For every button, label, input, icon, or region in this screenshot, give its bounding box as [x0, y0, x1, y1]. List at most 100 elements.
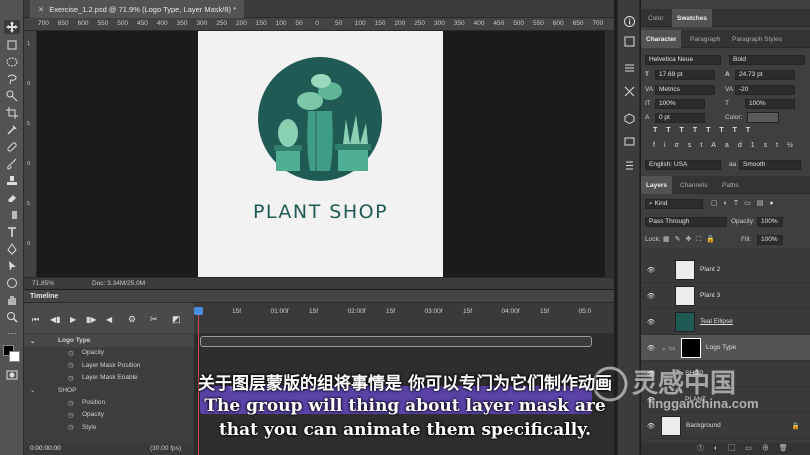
marquee-tool-icon[interactable] — [4, 55, 20, 69]
play-icon[interactable]: ▶ — [70, 315, 76, 324]
hruler-tick: 700 — [592, 20, 604, 27]
eraser-tool-icon[interactable] — [4, 191, 20, 205]
hruler-tick: 250 — [414, 20, 426, 27]
clone-stamp-icon[interactable] — [4, 174, 20, 188]
layer-name: Teal Ellipse — [700, 318, 733, 325]
tab-paths[interactable]: Paths — [717, 176, 744, 194]
document-tab[interactable]: ✕ Exercise_1.2.psd @ 71.9% (Logo Type, L… — [30, 0, 245, 18]
chevron-down-icon[interactable]: ⌄ — [30, 337, 44, 345]
timeline-ruler[interactable]: 15f 01:00f 15f 02:00f 15f 03:00f 15f 04:00f 15f 0… — [194, 303, 614, 333]
baseline-icon: A — [645, 114, 650, 121]
libraries-icon[interactable] — [622, 134, 637, 148]
hruler-tick: 150 — [255, 20, 267, 27]
timeline-tick: 15f — [232, 308, 242, 315]
ellipse-tool-icon[interactable] — [4, 276, 20, 290]
timeline-tick: 01:00f — [270, 308, 289, 315]
info-icon[interactable] — [622, 14, 637, 28]
subtitle-english-line1: The group will thing about layer mask ar… — [204, 396, 606, 416]
properties-icon[interactable] — [622, 158, 637, 172]
document-tab-bar: ✕ Exercise_1.2.psd @ 71.9% (Logo Type, L… — [24, 0, 614, 18]
tracking-field[interactable]: -20 — [735, 85, 795, 95]
eye-icon[interactable]: 👁 — [641, 292, 661, 300]
canvas-scrollbar[interactable] — [605, 31, 614, 277]
tab-swatches[interactable]: Swatches — [672, 9, 712, 27]
layer-filter-icons[interactable]: ▢◐T▭▤● — [711, 199, 807, 209]
eye-icon[interactable]: 👁 — [641, 344, 661, 352]
horizontal-scale-field[interactable]: 100% — [745, 99, 795, 109]
hruler-tick: 300 — [434, 20, 445, 27]
adjustments-icon[interactable] — [622, 60, 637, 74]
tab-paragraph-styles[interactable]: Paragraph Styles — [727, 30, 787, 48]
styles-icon[interactable] — [622, 84, 637, 98]
layer-filter-select[interactable]: ⌕ Kind — [645, 199, 703, 209]
layer-row[interactable]: 👁 Teal Ellipse — [641, 309, 810, 335]
lock-icons[interactable]: ▦✎✥⛶🔒 — [663, 235, 723, 245]
brush-tool-icon[interactable] — [4, 157, 20, 171]
folder-icon: ▭ — [669, 344, 676, 352]
hruler-tick: 200 — [394, 20, 406, 27]
font-size-field[interactable]: 17.69 pt — [655, 70, 715, 80]
baseline-field[interactable]: 0 pt — [655, 113, 705, 123]
eyedropper-tool-icon[interactable] — [4, 123, 20, 137]
font-family-select[interactable]: Helvetica Neue — [645, 55, 721, 65]
antialias-select[interactable]: Smooth — [739, 160, 801, 170]
eye-icon[interactable]: 👁 — [641, 318, 661, 326]
history-icon[interactable] — [622, 34, 637, 48]
opacity-field[interactable]: 100% — [757, 217, 783, 227]
tab-paragraph[interactable]: Paragraph — [685, 30, 725, 48]
lasso-tool-icon[interactable] — [4, 72, 20, 86]
tab-layers[interactable]: Layers — [641, 176, 672, 194]
chevron-down-icon[interactable]: ⌄ — [661, 344, 669, 352]
kerning-field[interactable]: Metrics — [655, 85, 715, 95]
type-tool-icon[interactable] — [4, 225, 20, 239]
fill-field[interactable]: 100% — [757, 235, 783, 245]
tab-channels[interactable]: Channels — [675, 176, 712, 194]
vertical-scale-field[interactable]: 100% — [655, 99, 705, 109]
crop-tool-icon[interactable] — [4, 106, 20, 120]
tab-color[interactable]: Color — [643, 9, 669, 27]
prev-frame-icon[interactable]: ◀▮ — [50, 315, 61, 324]
artboard-tool-icon[interactable] — [4, 38, 20, 52]
next-frame-icon[interactable]: ▮▶ — [86, 315, 97, 324]
opacity-label: Opacity: — [731, 218, 755, 225]
layer-row[interactable]: 👁 Plant 3 — [641, 283, 810, 309]
path-selection-icon[interactable] — [4, 259, 20, 273]
stopwatch-icon[interactable]: ◷ — [68, 349, 82, 357]
logo-type-clip[interactable] — [200, 336, 592, 347]
gradient-tool-icon[interactable] — [4, 208, 20, 222]
tab-character[interactable]: Character — [641, 30, 682, 48]
vruler-tick: 5 — [27, 201, 31, 207]
timeline-layer-row[interactable]: ⌄ Logo Type — [24, 334, 194, 347]
settings-gear-icon[interactable]: ⚙ — [128, 314, 136, 325]
current-time[interactable]: 0:00:00:00 — [30, 445, 61, 452]
font-style-select[interactable]: Bold — [729, 55, 805, 65]
zoom-tool-icon[interactable] — [4, 310, 20, 324]
pen-tool-icon[interactable] — [4, 242, 20, 256]
opentype-row[interactable]: fiσstAad1st½ — [653, 142, 803, 152]
quick-selection-icon[interactable] — [4, 89, 20, 103]
eye-icon[interactable]: 👁 — [641, 266, 661, 274]
close-tab-icon[interactable]: ✕ — [38, 5, 44, 14]
hand-tool-icon[interactable] — [4, 293, 20, 307]
playhead-handle[interactable] — [194, 307, 203, 315]
zoom-level[interactable]: 71.85% — [32, 280, 54, 287]
artboard[interactable] — [198, 31, 443, 277]
3d-cube-icon[interactable] — [622, 111, 637, 125]
faux-styles-row[interactable]: TTTTTTTT — [653, 127, 803, 137]
timeline-property-row[interactable]: ◷ Opacity — [24, 346, 194, 359]
move-tool-icon[interactable] — [4, 20, 20, 34]
split-scissors-icon[interactable]: ✂ — [150, 314, 158, 325]
text-color-swatch[interactable] — [747, 112, 779, 123]
blend-mode-select[interactable]: Pass Through — [645, 217, 727, 227]
transition-icon[interactable]: ◩ — [172, 314, 181, 325]
layers-footer-icons[interactable]: ⓕ◐▢▭⊕🗑 — [641, 443, 810, 455]
frame-rate: (30.00 fps) — [150, 445, 182, 452]
language-select[interactable]: English: USA — [645, 160, 721, 170]
more-tools-icon[interactable]: ··· — [4, 326, 20, 340]
healing-brush-icon[interactable] — [4, 140, 20, 154]
background-color-swatch[interactable] — [9, 351, 20, 362]
first-frame-icon[interactable]: ⏮ — [32, 315, 39, 325]
layer-row[interactable]: 👁 Plant 2 — [641, 257, 810, 283]
audio-icon[interactable]: ◀ — [106, 315, 112, 324]
leading-field[interactable]: 24.73 pt — [735, 70, 795, 80]
